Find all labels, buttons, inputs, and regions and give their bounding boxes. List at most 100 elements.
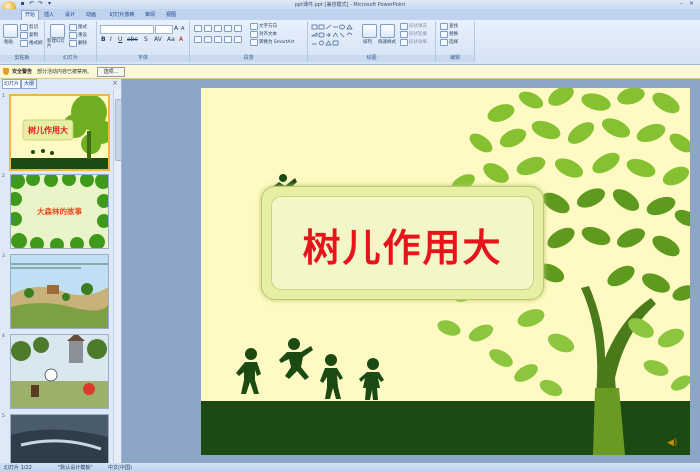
theme-status: "默认设计模板" xyxy=(58,465,93,471)
numbering-icon[interactable] xyxy=(204,25,212,32)
tab-design[interactable]: 设计 xyxy=(63,11,77,20)
drawing-group: 排列 快速样式 形状填充 形状轮廓 形状效果 绘图 xyxy=(308,21,436,62)
underline-icon[interactable]: U xyxy=(118,36,122,43)
slides-pane: 幻灯片 大纲 × 1 树儿作用大 2 大森林的故事 3 4 5 xyxy=(0,79,122,465)
font-color-icon[interactable]: A xyxy=(179,36,183,43)
security-warning-title: 安全警告 xyxy=(12,69,33,75)
close-pane-icon[interactable]: × xyxy=(112,79,118,87)
bold-icon[interactable]: B xyxy=(101,36,106,43)
align-left-icon[interactable] xyxy=(194,36,202,43)
font-name-combo[interactable] xyxy=(100,25,154,34)
slide-thumbnail-3[interactable] xyxy=(10,254,109,329)
slide-canvas[interactable]: 树儿作用大 ◀) xyxy=(201,88,690,455)
reset-icon xyxy=(69,32,77,39)
title-bar: ▪ ↶ ↷ ▾ ppt课件.ppt [兼容模式] - Microsoft Pow… xyxy=(0,0,700,15)
close-icon[interactable]: × xyxy=(688,1,695,7)
select-button[interactable]: 选择 xyxy=(449,39,458,45)
shape-effects-button[interactable]: 形状效果 xyxy=(409,39,427,45)
format-painter-icon xyxy=(20,40,28,47)
find-button[interactable]: 查找 xyxy=(449,23,458,29)
thumbnail-5-art xyxy=(11,415,108,464)
grow-font-icon[interactable]: A xyxy=(174,25,178,32)
text-direction-button[interactable]: 文字方向 xyxy=(259,23,277,29)
shapes-gallery[interactable] xyxy=(311,24,359,48)
align-center-icon[interactable] xyxy=(204,36,212,43)
quick-styles-button[interactable]: 快速样式 xyxy=(378,39,396,45)
slide-thumbnail-5[interactable] xyxy=(10,414,109,465)
copy-button[interactable]: 复制 xyxy=(29,32,38,38)
tab-home[interactable]: 开始 xyxy=(21,10,39,20)
smartart-icon xyxy=(250,39,258,46)
security-warning-message: 部分活动内容已被禁用。 xyxy=(37,69,93,75)
title-box[interactable]: 树儿作用大 xyxy=(261,186,544,300)
align-text-button[interactable]: 对齐文本 xyxy=(259,31,277,37)
align-text-icon xyxy=(250,31,258,38)
tab-slides-pane[interactable]: 幻灯片 xyxy=(2,79,21,89)
tab-outline-pane[interactable]: 大纲 xyxy=(21,79,37,89)
slide-thumbnail-1[interactable]: 树儿作用大 xyxy=(9,94,110,171)
quick-styles-icon[interactable] xyxy=(380,24,395,38)
paste-icon[interactable] xyxy=(3,24,18,38)
replace-icon xyxy=(440,31,448,38)
justify-icon[interactable] xyxy=(224,36,232,43)
thumbnail-2-title: 大森林的故事 xyxy=(37,207,82,216)
new-slide-button[interactable]: 新建幻灯片 xyxy=(47,39,67,49)
reset-button[interactable]: 重设 xyxy=(78,32,87,38)
replace-button[interactable]: 替换 xyxy=(449,31,458,37)
paragraph-group-label: 段落 xyxy=(190,55,307,62)
format-painter-button[interactable]: 格式刷 xyxy=(29,40,43,46)
strikethrough-icon[interactable]: abc xyxy=(127,36,138,43)
slides-pane-scrollbar[interactable] xyxy=(113,90,122,462)
slides-group-label: 幻灯片 xyxy=(45,55,96,62)
tab-insert[interactable]: 插入 xyxy=(42,11,56,20)
shadow-icon[interactable]: S xyxy=(144,36,148,43)
ribbon-tabs: 开始 插入 设计 动画 幻灯片放映 审阅 视图 xyxy=(0,9,700,20)
font-size-combo[interactable] xyxy=(155,25,173,34)
shape-fill-button[interactable]: 形状填充 xyxy=(409,23,427,29)
tab-review[interactable]: 审阅 xyxy=(143,11,157,20)
italic-icon[interactable]: I xyxy=(110,36,112,43)
smartart-button[interactable]: 转换为 SmartArt xyxy=(259,39,294,45)
slide-number: 4 xyxy=(2,334,5,339)
shape-outline-button[interactable]: 形状轮廓 xyxy=(409,31,427,37)
window-title: ppt课件.ppt [兼容模式] - Microsoft PowerPoint xyxy=(294,2,406,8)
delete-icon xyxy=(69,40,77,47)
layout-button[interactable]: 版式 xyxy=(78,24,87,30)
find-icon xyxy=(440,23,448,30)
shrink-font-icon[interactable]: A xyxy=(181,26,184,32)
children-silhouettes xyxy=(236,338,384,400)
spacing-icon[interactable]: AV xyxy=(154,36,162,43)
slide-thumbnail-2[interactable]: 大森林的故事 xyxy=(10,174,109,249)
security-options-button[interactable]: 选项... xyxy=(97,67,125,77)
copy-icon xyxy=(20,32,28,39)
slide-thumbnail-4[interactable] xyxy=(10,334,109,409)
arrange-icon[interactable] xyxy=(362,24,377,38)
thumbnail-3-art xyxy=(11,255,108,328)
columns-icon[interactable] xyxy=(234,36,242,43)
slide-title[interactable]: 树儿作用大 xyxy=(262,217,543,272)
editing-group: 查找 替换 选择 编辑 xyxy=(436,21,475,62)
minimize-icon[interactable]: – xyxy=(678,1,685,7)
new-slide-icon[interactable] xyxy=(50,24,65,38)
speaker-icon[interactable]: ◀) xyxy=(667,438,677,448)
paste-button[interactable]: 粘贴 xyxy=(4,39,13,45)
status-bar: 幻灯片 1/22 "默认设计模板" 中文(中国) xyxy=(0,463,700,472)
align-right-icon[interactable] xyxy=(214,36,222,43)
decrease-indent-icon[interactable] xyxy=(214,25,222,32)
change-case-icon[interactable]: Aa xyxy=(167,36,175,43)
tab-slideshow[interactable]: 幻灯片放映 xyxy=(107,11,137,20)
font-group: A A B I U abc S AV Aa A 字体 xyxy=(97,21,190,62)
cut-button[interactable]: 剪切 xyxy=(29,24,38,30)
slide-count-status: 幻灯片 1/22 xyxy=(4,465,32,471)
bullets-icon[interactable] xyxy=(194,25,202,32)
drawing-group-label: 绘图 xyxy=(308,55,435,62)
slide-number: 2 xyxy=(2,174,5,179)
tab-animations[interactable]: 动画 xyxy=(84,11,98,20)
arrange-button[interactable]: 排列 xyxy=(363,39,372,45)
delete-button[interactable]: 删除 xyxy=(78,40,87,46)
language-status: 中文(中国) xyxy=(108,465,132,471)
line-spacing-icon[interactable] xyxy=(234,25,242,32)
scrollbar-thumb[interactable] xyxy=(115,99,122,161)
tab-view[interactable]: 视图 xyxy=(164,11,178,20)
increase-indent-icon[interactable] xyxy=(224,25,232,32)
